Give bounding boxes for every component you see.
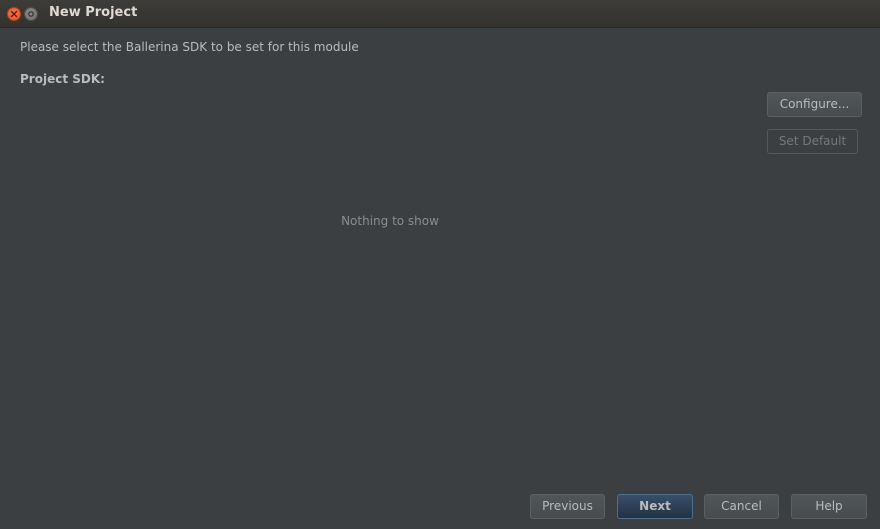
title-bar: New Project — [0, 0, 880, 28]
help-button[interactable]: Help — [791, 494, 867, 519]
close-icon[interactable] — [7, 7, 21, 21]
next-button[interactable]: Next — [617, 494, 693, 519]
set-default-button[interactable]: Set Default — [767, 129, 858, 154]
instruction-text: Please select the Ballerina SDK to be se… — [20, 40, 359, 54]
project-sdk-label: Project SDK: — [20, 72, 105, 86]
window-title: New Project — [49, 5, 138, 20]
previous-button[interactable]: Previous — [530, 494, 605, 519]
cancel-button[interactable]: Cancel — [704, 494, 779, 519]
empty-list-message: Nothing to show — [341, 214, 439, 228]
window-menu-icon[interactable] — [24, 7, 38, 21]
configure-button[interactable]: Configure... — [767, 92, 862, 117]
